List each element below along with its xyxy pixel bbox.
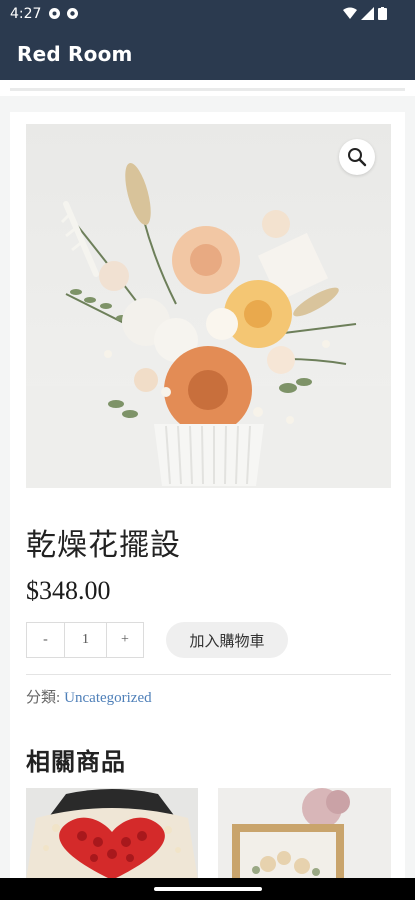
quantity-stepper: - 1 + <box>26 622 144 658</box>
related-product-image[interactable] <box>26 788 198 880</box>
product-title: 乾燥花擺設 <box>26 528 181 563</box>
status-time: 4:27 <box>10 6 42 22</box>
framed-flowers-illustration <box>218 788 391 880</box>
quantity-input[interactable]: 1 <box>65 623 107 657</box>
category-link[interactable]: Uncategorized <box>64 690 151 706</box>
top-divider <box>10 88 405 91</box>
related-products-heading: 相關商品 <box>26 748 126 776</box>
product-category: 分類: Uncategorized <box>26 686 152 707</box>
product-image[interactable] <box>26 124 391 488</box>
magnifier-icon <box>348 148 367 167</box>
flower-arrangement-illustration <box>26 124 391 488</box>
divider <box>26 674 391 675</box>
status-bar: 4:27 <box>0 0 415 28</box>
product-price: $348.00 <box>26 576 111 605</box>
home-gesture-handle[interactable] <box>154 887 262 891</box>
add-to-cart-button[interactable]: 加入購物車 <box>166 622 288 658</box>
quantity-decrement-button[interactable]: - <box>27 623 65 657</box>
cell-signal-icon <box>361 7 374 20</box>
settings-icon <box>49 8 60 19</box>
rose-heart-bouquet-illustration <box>26 788 198 880</box>
related-product-image[interactable] <box>218 788 391 880</box>
app-bar: Red Room <box>0 28 415 80</box>
category-label: 分類: <box>26 690 61 706</box>
zoom-button[interactable] <box>339 139 375 175</box>
quantity-increment-button[interactable]: + <box>107 623 143 657</box>
wifi-icon <box>343 7 357 19</box>
battery-icon <box>378 7 387 20</box>
app-title: Red Room <box>17 42 133 66</box>
settings-icon <box>67 8 78 19</box>
